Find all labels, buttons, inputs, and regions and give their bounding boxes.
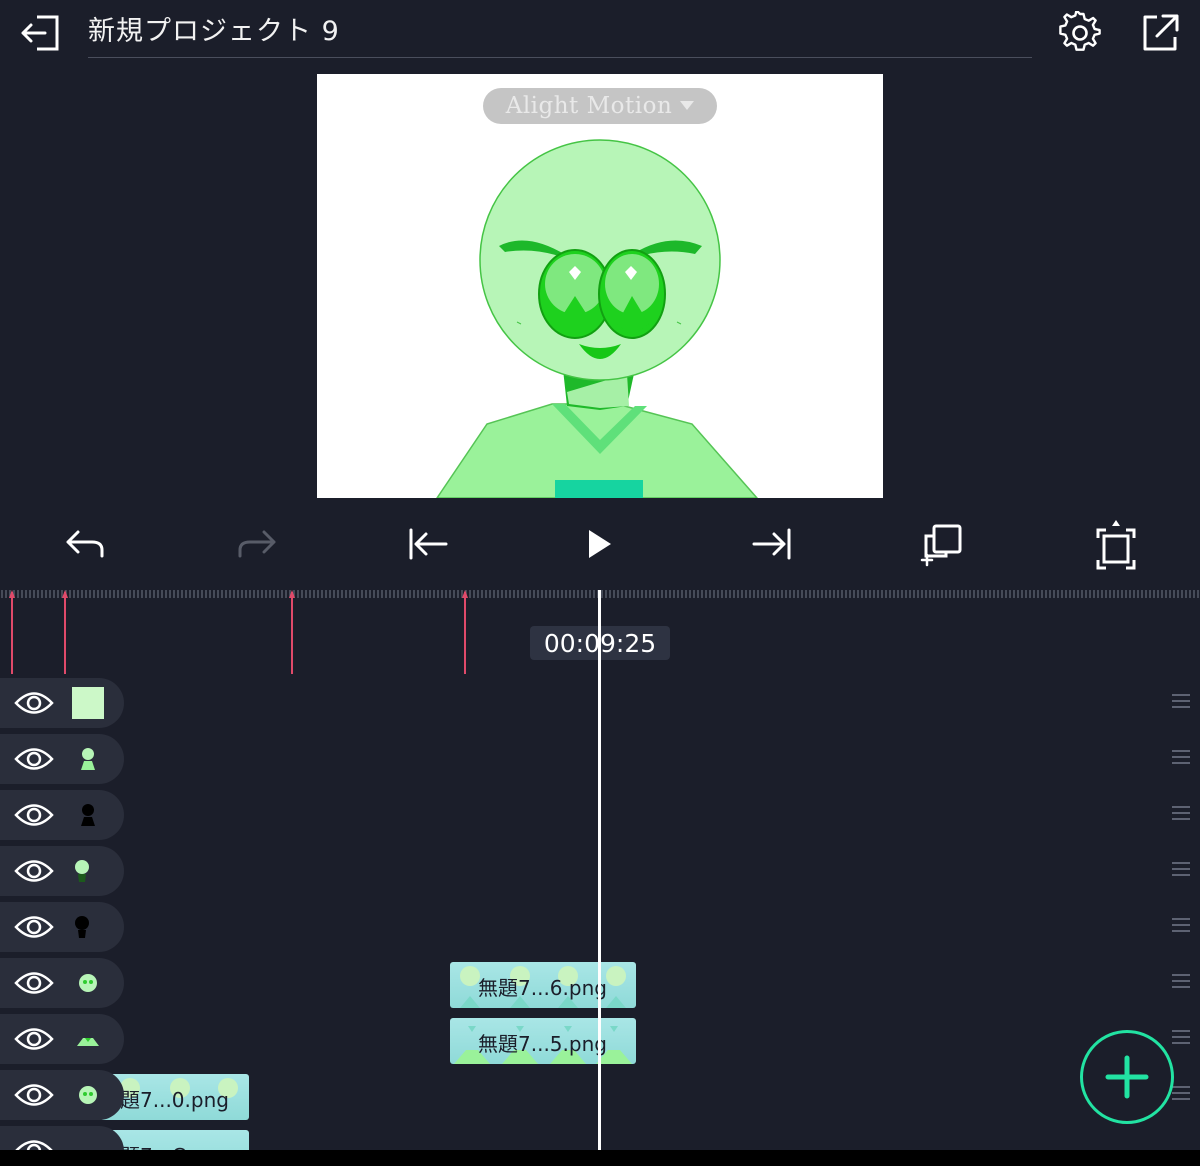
color-swatch — [72, 687, 104, 719]
visibility-toggle[interactable] — [12, 742, 56, 776]
visibility-toggle[interactable] — [12, 686, 56, 720]
drag-handle-icon[interactable] — [1172, 862, 1190, 878]
clip-label: 無題7...5.png — [478, 1032, 607, 1056]
frame-icon — [1096, 520, 1136, 570]
clip-label: 題7...0.png — [120, 1088, 229, 1112]
layer-thumbnail — [70, 798, 106, 832]
layer-header[interactable] — [0, 902, 124, 952]
add-layer-button[interactable] — [1080, 1030, 1174, 1124]
eye-icon — [14, 692, 54, 714]
layer-thumbnail — [70, 1022, 106, 1056]
undo-button[interactable] — [56, 518, 116, 570]
visibility-toggle[interactable] — [12, 966, 56, 1000]
visibility-toggle[interactable] — [12, 1078, 56, 1112]
share-external-icon — [1143, 14, 1179, 51]
layer-header[interactable] — [0, 846, 124, 896]
playhead[interactable] — [598, 590, 601, 1150]
drag-handle-icon[interactable] — [1172, 806, 1190, 822]
eye-icon — [14, 1028, 54, 1050]
layer-header[interactable] — [0, 1014, 124, 1064]
caret-down-icon — [680, 101, 695, 110]
face-thumbnail — [79, 974, 97, 992]
layer-thumbnail — [64, 910, 100, 944]
eye-icon — [15, 1140, 53, 1150]
keyframe-marker-head — [462, 590, 468, 598]
play-button[interactable] — [570, 518, 630, 570]
eye-icon — [14, 1084, 54, 1106]
layer-header[interactable] — [0, 734, 124, 784]
layer-thumbnail — [70, 966, 106, 1000]
layer-thumbnail — [70, 1078, 106, 1112]
head-silhouette-thumbnail — [75, 916, 89, 938]
layer-thumbnail — [70, 686, 106, 720]
project-title: 新規プロジェクト 9 — [88, 16, 340, 47]
drag-handle-icon[interactable] — [1172, 1086, 1190, 1102]
eye-icon — [14, 860, 54, 882]
undo-icon — [66, 530, 104, 558]
keyframe-marker-head — [62, 590, 68, 598]
top-bar: 新規プロジェクト 9 — [0, 0, 1200, 74]
clip-label: 無題7...6.png — [478, 976, 607, 1000]
redo-button[interactable] — [226, 518, 286, 570]
media-clip[interactable]: 無題7...5.png — [450, 1018, 636, 1064]
character-thumbnail — [81, 748, 95, 770]
watermark-text: Alight Motion — [505, 93, 673, 119]
duplicate-layer-button[interactable] — [912, 518, 972, 570]
duplicate-icon — [920, 524, 962, 567]
playback-toolbar — [0, 498, 1200, 590]
skip-to-end-icon — [752, 528, 791, 560]
export-button[interactable] — [1134, 8, 1186, 58]
drag-handle-icon[interactable] — [1172, 1030, 1190, 1046]
preview-canvas[interactable]: Alight Motion — [317, 74, 883, 498]
visibility-toggle[interactable] — [12, 854, 56, 888]
skip-to-start-icon — [409, 528, 448, 560]
settings-button[interactable] — [1054, 8, 1106, 58]
drag-handle-icon[interactable] — [1172, 694, 1190, 710]
eye-icon — [14, 972, 54, 994]
head-thumbnail — [75, 860, 89, 882]
redo-icon — [238, 530, 276, 558]
character-artwork — [436, 139, 758, 498]
exit-project-button[interactable] — [14, 10, 66, 56]
gear-icon — [1059, 11, 1101, 51]
visibility-toggle[interactable] — [12, 798, 56, 832]
system-nav-bar — [0, 1150, 1200, 1166]
drag-handle-icon[interactable] — [1172, 918, 1190, 934]
layer-header[interactable] — [0, 1126, 124, 1150]
layer-header[interactable] — [0, 678, 124, 728]
visibility-toggle[interactable] — [12, 1134, 56, 1150]
drag-handle-icon[interactable] — [1172, 750, 1190, 766]
eye-icon — [14, 748, 54, 770]
layer-thumbnail — [64, 854, 100, 888]
eye-icon — [14, 916, 54, 938]
plus-icon — [1105, 1055, 1149, 1099]
exit-icon — [21, 15, 59, 51]
layer-thumbnail — [70, 742, 106, 776]
visibility-toggle[interactable] — [12, 1022, 56, 1056]
fit-frame-button[interactable] — [1086, 518, 1146, 570]
eye-icon — [14, 804, 54, 826]
jump-to-start-button[interactable] — [398, 518, 458, 570]
layer-header[interactable] — [0, 958, 124, 1008]
play-icon — [589, 530, 611, 558]
body-thumbnail — [77, 1038, 99, 1046]
project-title-field[interactable]: 新規プロジェクト 9 — [88, 12, 1032, 58]
visibility-toggle[interactable] — [12, 910, 56, 944]
layer-header[interactable] — [0, 790, 124, 840]
layer-header[interactable] — [0, 1070, 124, 1120]
clip-label: 題7...Copy — [120, 1140, 223, 1150]
character-silhouette-thumbnail — [81, 804, 95, 826]
watermark-badge[interactable]: Alight Motion — [483, 88, 717, 124]
drag-handle-icon[interactable] — [1172, 974, 1190, 990]
jump-to-end-button[interactable] — [742, 518, 802, 570]
media-clip[interactable]: 無題7...6.png — [450, 962, 636, 1008]
face-thumbnail — [79, 1086, 97, 1104]
